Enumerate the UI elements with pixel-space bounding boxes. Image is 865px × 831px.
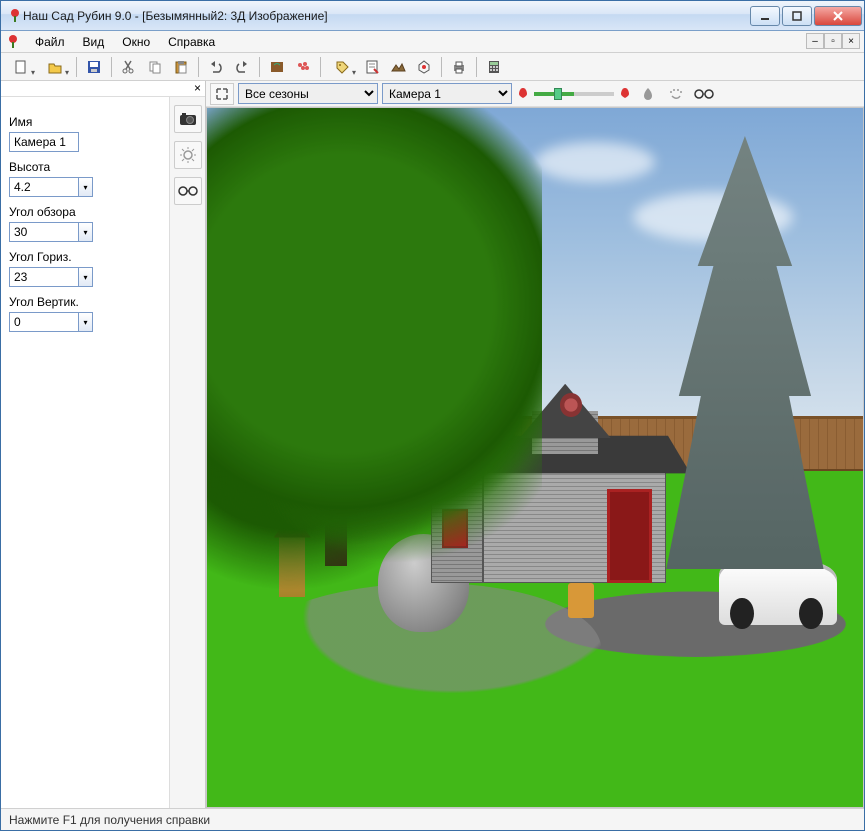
maximize-button[interactable] — [782, 6, 812, 26]
fov-dropdown-button[interactable]: ▾ — [79, 222, 93, 242]
camera-tool-button[interactable] — [174, 105, 202, 133]
main-toolbar — [1, 53, 864, 81]
flower-arrangement-button[interactable] — [291, 55, 315, 79]
name-input[interactable] — [9, 132, 79, 152]
3d-viewport[interactable] — [206, 107, 864, 808]
mdi-close-button[interactable]: × — [842, 33, 860, 49]
paste-button[interactable] — [169, 55, 193, 79]
redo-button[interactable] — [230, 55, 254, 79]
angle-v-label: Угол Вертик. — [9, 295, 161, 309]
sun-settings-button[interactable] — [174, 141, 202, 169]
copy-button[interactable] — [143, 55, 167, 79]
app-icon — [7, 8, 23, 24]
menu-window[interactable]: Окно — [114, 33, 158, 51]
menubar: Файл Вид Окно Справка – ▫ × — [1, 31, 864, 53]
glasses-view-button[interactable] — [174, 177, 202, 205]
statusbar: Нажмите F1 для получения справки — [1, 808, 864, 830]
name-label: Имя — [9, 115, 161, 129]
quality-low-icon — [516, 86, 530, 102]
window-titlebar: Наш Сад Рубин 9.0 - [Безымянный2: 3Д Изо… — [1, 1, 864, 31]
panel-close-button[interactable]: × — [1, 81, 205, 97]
note-tool-button[interactable] — [360, 55, 384, 79]
menu-help[interactable]: Справка — [160, 33, 223, 51]
angle-h-dropdown-button[interactable]: ▾ — [79, 267, 93, 287]
angle-h-label: Угол Гориз. — [9, 250, 161, 264]
viewport-toolbar: Все сезоны Камера 1 — [206, 81, 864, 107]
plants-encyclopedia-button[interactable] — [265, 55, 289, 79]
calculator-button[interactable] — [482, 55, 506, 79]
mdi-minimize-button[interactable]: – — [806, 33, 824, 49]
save-button[interactable] — [82, 55, 106, 79]
spray-button[interactable] — [664, 83, 688, 105]
undo-button[interactable] — [204, 55, 228, 79]
height-label: Высота — [9, 160, 161, 174]
scene-render — [207, 108, 863, 807]
app-icon-small — [5, 34, 21, 50]
season-select[interactable]: Все сезоны — [238, 83, 378, 104]
angle-v-dropdown-button[interactable]: ▾ — [79, 312, 93, 332]
close-button[interactable] — [814, 6, 862, 26]
angle-v-input[interactable] — [9, 312, 79, 332]
window-title: Наш Сад Рубин 9.0 - [Безымянный2: 3Д Изо… — [23, 9, 750, 23]
side-toolbar — [169, 97, 205, 808]
angle-h-input[interactable] — [9, 267, 79, 287]
render-3d-button[interactable] — [412, 55, 436, 79]
height-input[interactable] — [9, 177, 79, 197]
fov-label: Угол обзора — [9, 205, 161, 219]
scene-deciduous-tree — [206, 107, 542, 618]
scene-car — [719, 562, 837, 625]
menu-file[interactable]: Файл — [27, 33, 73, 51]
mdi-restore-button[interactable]: ▫ — [824, 33, 842, 49]
expand-viewport-button[interactable] — [210, 83, 234, 105]
glasses-toggle-button[interactable] — [692, 83, 716, 105]
menu-view[interactable]: Вид — [75, 33, 113, 51]
quality-slider[interactable] — [534, 92, 614, 96]
quality-high-icon — [618, 86, 632, 102]
terrain-tool-button[interactable] — [386, 55, 410, 79]
scene-dog — [568, 583, 594, 618]
camera-select[interactable]: Камера 1 — [382, 83, 512, 104]
properties-panel: × Имя Высота ▾ Угол обзора ▾ Угол Гориз.… — [1, 81, 206, 808]
new-button[interactable] — [5, 55, 37, 79]
print-button[interactable] — [447, 55, 471, 79]
open-button[interactable] — [39, 55, 71, 79]
scene-conifer-tree — [666, 136, 823, 569]
height-dropdown-button[interactable]: ▾ — [79, 177, 93, 197]
quality-slider-group — [516, 86, 632, 102]
water-drop-button[interactable] — [636, 83, 660, 105]
fov-input[interactable] — [9, 222, 79, 242]
status-hint: Нажмите F1 для получения справки — [9, 813, 210, 827]
minimize-button[interactable] — [750, 6, 780, 26]
cut-button[interactable] — [117, 55, 141, 79]
tag-tool-button[interactable] — [326, 55, 358, 79]
